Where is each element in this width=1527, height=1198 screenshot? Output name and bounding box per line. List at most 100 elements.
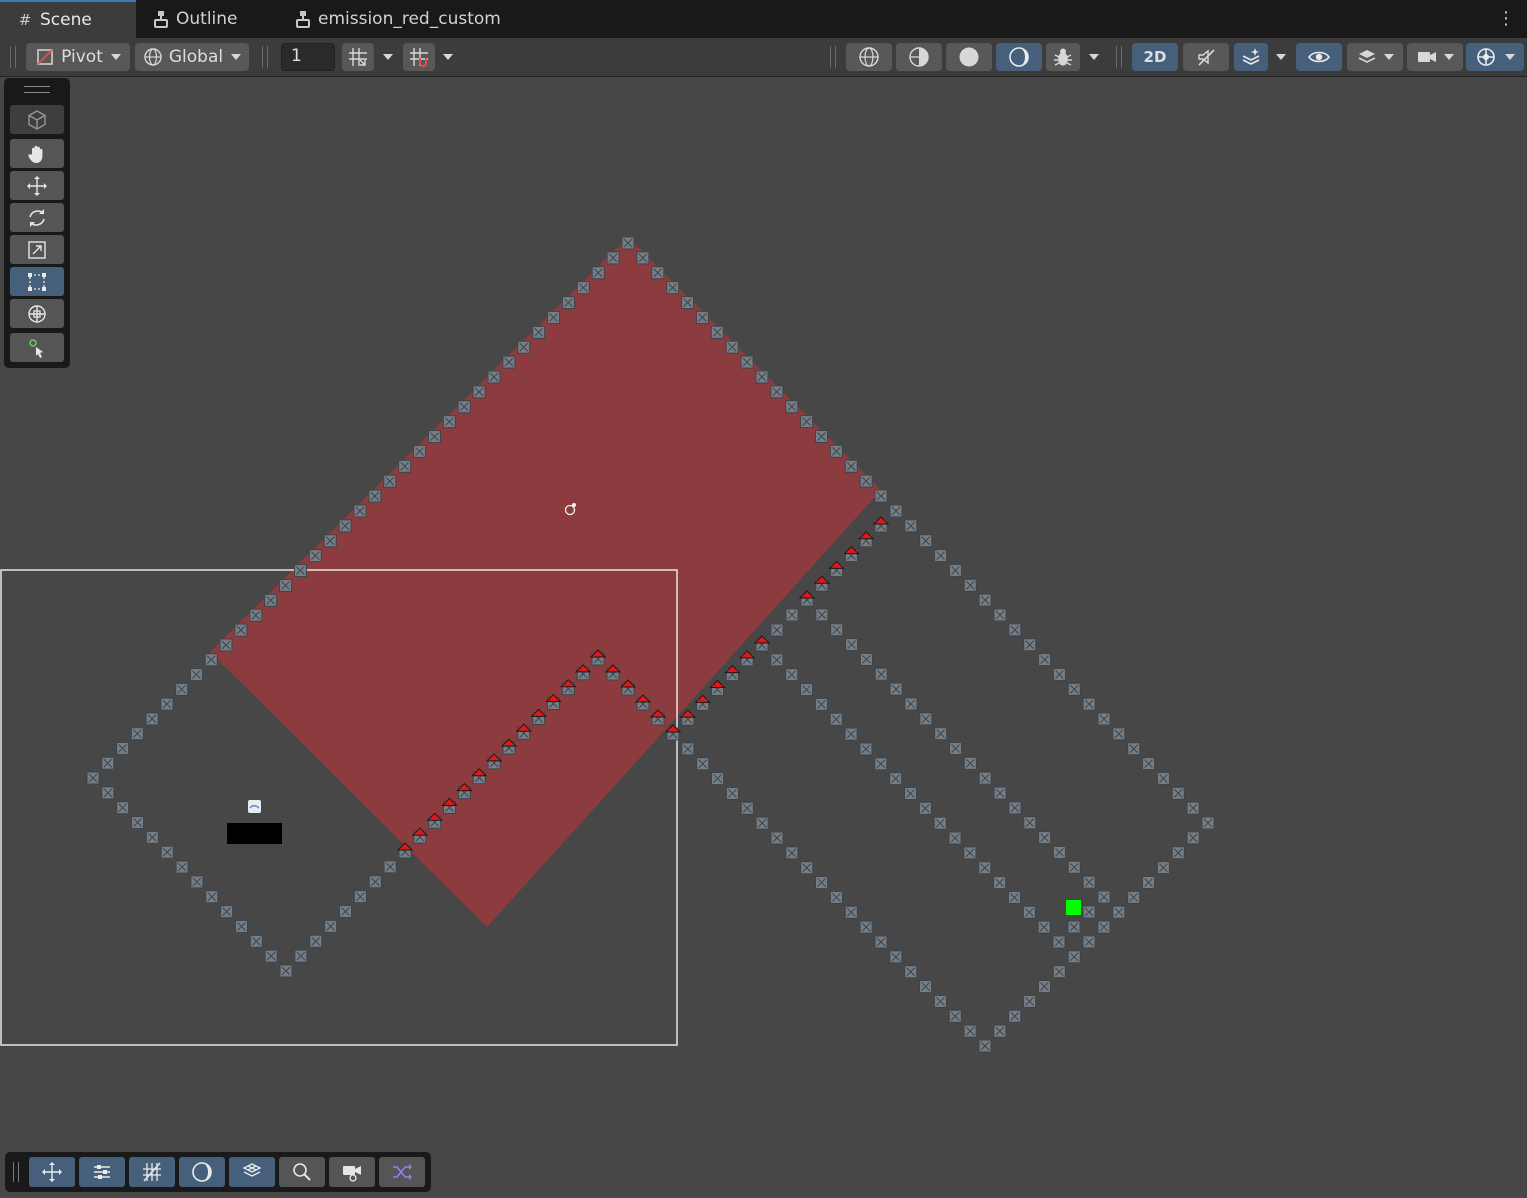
effects-dropdown[interactable] bbox=[1272, 43, 1290, 71]
object-gizmo-icon[interactable] bbox=[248, 800, 261, 813]
audio-toggle-button[interactable] bbox=[1183, 43, 1229, 71]
tile-block bbox=[963, 1024, 977, 1038]
camera-dropdown[interactable] bbox=[1407, 43, 1463, 71]
overlay-shuffle-button[interactable] bbox=[379, 1157, 425, 1187]
overlay-lighting-button[interactable] bbox=[179, 1157, 225, 1187]
debug-draw-dropdown[interactable] bbox=[1085, 43, 1103, 71]
tile-block bbox=[338, 519, 352, 533]
tab-scene[interactable]: # Scene bbox=[0, 0, 136, 38]
tile-block bbox=[576, 281, 590, 295]
move-icon bbox=[42, 1162, 62, 1182]
tile-block bbox=[86, 771, 100, 785]
layers-sparkle-icon bbox=[1242, 48, 1260, 65]
tile-block bbox=[398, 459, 412, 473]
debug-draw-button[interactable] bbox=[1046, 43, 1080, 71]
scene-visibility-button[interactable] bbox=[1296, 43, 1342, 71]
overlay-grip[interactable] bbox=[13, 1162, 19, 1182]
overlay-settings-button[interactable] bbox=[79, 1157, 125, 1187]
tile-block bbox=[993, 608, 1007, 622]
tile-block bbox=[978, 1039, 992, 1053]
wireframe-shading-button[interactable] bbox=[846, 43, 892, 71]
tile-block bbox=[547, 310, 561, 324]
mode-2d-button[interactable]: 2D bbox=[1132, 43, 1178, 71]
scale-tool-button[interactable] bbox=[10, 235, 64, 264]
tile-block bbox=[1038, 653, 1052, 667]
toolbar-grip[interactable] bbox=[830, 46, 836, 68]
tile-block bbox=[368, 875, 382, 889]
shuffle-icon bbox=[393, 1164, 412, 1180]
toolbar-grip[interactable] bbox=[10, 46, 16, 68]
shaded-button[interactable] bbox=[946, 43, 992, 71]
eye-icon bbox=[1308, 51, 1330, 63]
red-emission-area[interactable] bbox=[210, 237, 881, 927]
custom-tool-button[interactable] bbox=[10, 333, 64, 362]
tile-block bbox=[993, 1024, 1007, 1038]
panel-handle[interactable] bbox=[24, 86, 50, 93]
overlay-move-button[interactable] bbox=[29, 1157, 75, 1187]
pivot-icon bbox=[37, 49, 53, 65]
scene-view[interactable] bbox=[0, 77, 1527, 1198]
more-options-icon[interactable]: ⋮ bbox=[1497, 8, 1515, 30]
shaded-wireframe-button[interactable] bbox=[896, 43, 942, 71]
moon-icon bbox=[192, 1162, 212, 1182]
increment-snap-dropdown[interactable] bbox=[439, 43, 457, 71]
tile-block bbox=[1097, 920, 1111, 934]
tile-block bbox=[324, 919, 338, 933]
grid-size-field[interactable]: 1 bbox=[281, 43, 335, 71]
overlay-tilemap-button[interactable] bbox=[229, 1157, 275, 1187]
scene-canvas[interactable] bbox=[0, 77, 1527, 1198]
tile-block bbox=[1023, 638, 1037, 652]
effects-button[interactable] bbox=[1234, 43, 1268, 71]
tile-block bbox=[323, 534, 337, 548]
grid-snap-button[interactable] bbox=[342, 43, 374, 71]
overlay-grid-button[interactable] bbox=[129, 1157, 175, 1187]
grid-snap-dropdown[interactable] bbox=[379, 43, 397, 71]
tile-block bbox=[740, 355, 754, 369]
tile-block bbox=[933, 816, 947, 830]
transform-tool-button[interactable] bbox=[10, 299, 64, 328]
tile-block bbox=[919, 712, 933, 726]
wireframe-sphere-icon bbox=[859, 47, 879, 67]
increment-snap-button[interactable] bbox=[403, 43, 435, 71]
tab-emission-red-custom[interactable]: emission_red_custom bbox=[278, 0, 518, 38]
rotate-tool-button[interactable] bbox=[10, 203, 64, 232]
layers-dropdown[interactable] bbox=[1347, 43, 1403, 71]
transform-tool-icon bbox=[28, 304, 46, 323]
lighting-button[interactable] bbox=[996, 43, 1042, 71]
tile-block bbox=[666, 281, 680, 295]
tile-block bbox=[963, 578, 977, 592]
move-tool-icon bbox=[27, 175, 47, 196]
pivot-label: Pivot bbox=[61, 47, 103, 67]
toolbar-grip[interactable] bbox=[262, 46, 268, 68]
overlay-search-button[interactable] bbox=[279, 1157, 325, 1187]
tile-block bbox=[1082, 875, 1096, 889]
toolbar-grip[interactable] bbox=[1116, 46, 1122, 68]
rect-tool-button[interactable] bbox=[10, 267, 64, 296]
tile-block bbox=[368, 489, 382, 503]
hand-tool-button[interactable] bbox=[10, 139, 64, 168]
tile-block bbox=[1112, 905, 1126, 919]
pivot-dropdown[interactable]: Pivot bbox=[26, 43, 130, 71]
tile-block bbox=[116, 741, 130, 755]
tile-block bbox=[755, 816, 769, 830]
gizmos-dropdown[interactable] bbox=[1466, 43, 1524, 71]
tile-block bbox=[101, 756, 115, 770]
tile-block bbox=[116, 801, 130, 815]
tile-block bbox=[740, 801, 754, 815]
tile-block bbox=[1082, 935, 1096, 949]
black-rect-object[interactable] bbox=[227, 823, 282, 844]
tile-block bbox=[175, 682, 189, 696]
global-dropdown[interactable]: Global bbox=[135, 43, 249, 71]
move-tool-button[interactable] bbox=[10, 171, 64, 200]
tab-outline[interactable]: Outline bbox=[136, 0, 276, 38]
tile-block bbox=[249, 608, 263, 622]
tile-block bbox=[1097, 712, 1111, 726]
tile-block bbox=[918, 801, 932, 815]
hash-icon: # bbox=[18, 11, 32, 29]
view-cube-button[interactable] bbox=[10, 105, 64, 134]
tile-block bbox=[472, 385, 486, 399]
green-marker[interactable] bbox=[1066, 900, 1081, 915]
tile-block bbox=[264, 949, 278, 963]
shaded-wire-sphere-icon bbox=[909, 47, 929, 67]
overlay-camera-button[interactable] bbox=[329, 1157, 375, 1187]
